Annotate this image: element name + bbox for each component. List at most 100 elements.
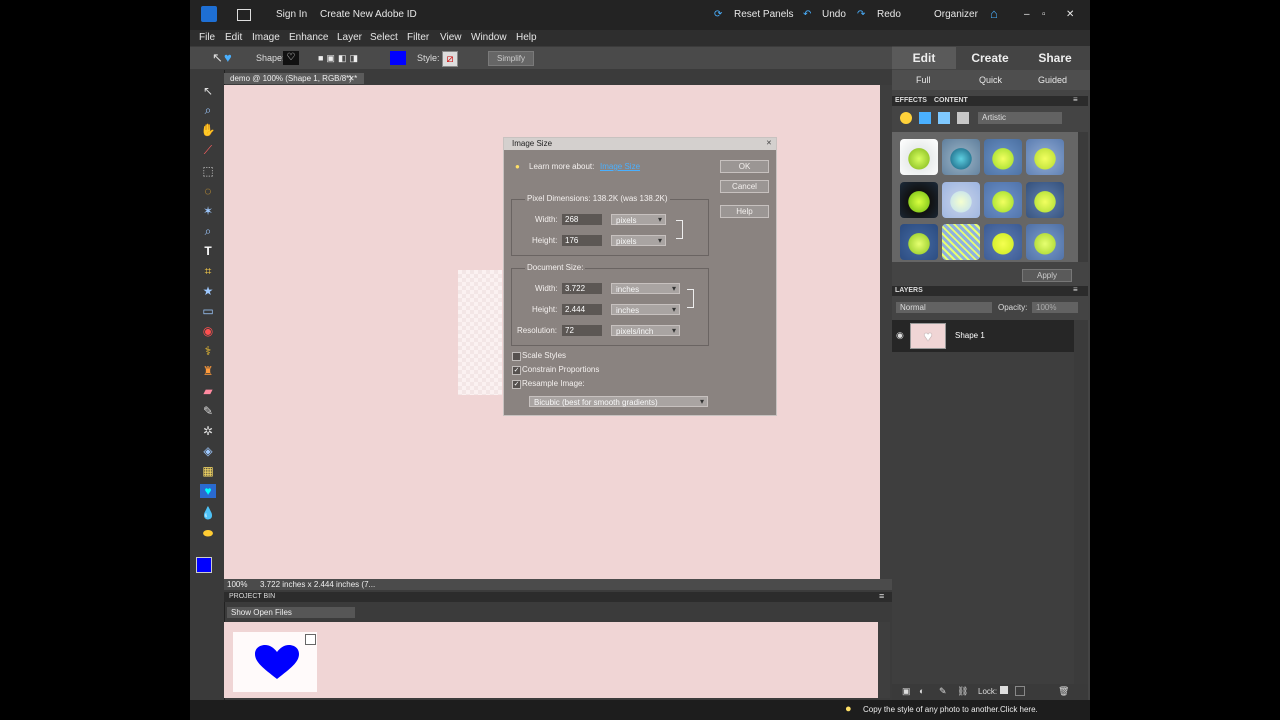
menu-filter[interactable]: Filter <box>407 32 429 43</box>
opacity-field[interactable]: 100% <box>1032 302 1078 313</box>
effects-filter-select[interactable]: Artistic <box>978 112 1062 124</box>
content-tab[interactable]: CONTENT <box>934 97 968 104</box>
eraser-icon[interactable]: ▰ <box>200 384 216 398</box>
all-effects-icon[interactable] <box>957 112 969 124</box>
eyedropper-icon[interactable]: ⟋ <box>200 143 216 157</box>
doc-width-unit-select[interactable]: inches <box>611 283 680 294</box>
effect-thumb-3[interactable] <box>984 139 1022 175</box>
cookie-cutter-icon[interactable]: ★ <box>200 284 216 298</box>
effect-thumb-11[interactable] <box>984 224 1022 260</box>
dialog-close-icon[interactable]: ✕ <box>766 139 772 147</box>
resample-checkbox[interactable]: ✓ <box>512 380 521 389</box>
subtab-guided[interactable]: Guided <box>1038 75 1067 85</box>
menu-window[interactable]: Window <box>471 32 507 43</box>
marquee-tool-icon[interactable]: ⬚ <box>200 164 216 178</box>
home-icon[interactable]: ⌂ <box>990 6 998 21</box>
zoom-tool-icon[interactable]: ⌕ <box>200 103 216 117</box>
layer-row-shape-1[interactable]: ◉ ♥ Shape 1 <box>892 320 1074 352</box>
pointer-icon[interactable]: ↖ <box>212 50 223 66</box>
effect-thumb-5[interactable] <box>900 182 938 218</box>
tab-create[interactable]: Create <box>958 47 1022 69</box>
brush-icon[interactable]: ✎ <box>200 404 216 418</box>
subtab-full[interactable]: Full <box>916 75 931 85</box>
menu-help[interactable]: Help <box>516 32 537 43</box>
lasso-tool-icon[interactable]: ◌ <box>200 184 216 198</box>
filters-icon[interactable] <box>900 112 912 124</box>
tab-edit[interactable]: Edit <box>892 47 956 69</box>
effect-thumb-8[interactable] <box>1026 182 1064 218</box>
effect-thumb-7[interactable] <box>984 182 1022 218</box>
effect-thumb-1[interactable] <box>900 139 938 175</box>
menu-file[interactable]: File <box>199 32 215 43</box>
lock-all-icon[interactable] <box>1000 686 1008 694</box>
effects-menu-icon[interactable]: ≡ <box>1073 95 1078 104</box>
layers-menu-icon[interactable]: ≡ <box>1073 285 1078 294</box>
sponge-tool-icon[interactable]: ⬬ <box>200 526 216 540</box>
resolution-unit-select[interactable]: pixels/inch <box>611 325 680 336</box>
restore-icon[interactable]: ▫ <box>1042 9 1046 20</box>
bin-menu-icon[interactable]: ≡ <box>879 591 884 601</box>
style-picker-icon[interactable]: ⧄ <box>442 51 458 67</box>
visibility-eye-icon[interactable]: ◉ <box>896 330 904 341</box>
blend-mode-select[interactable]: Normal <box>896 302 992 313</box>
learn-more-link[interactable]: Image Size <box>600 162 640 171</box>
menu-layer[interactable]: Layer <box>337 32 362 43</box>
effect-thumb-9[interactable] <box>900 224 938 260</box>
shape-mode-icons[interactable]: ■▣◧◨ <box>318 53 362 63</box>
doc-height-unit-select[interactable]: inches <box>611 304 680 315</box>
app-logo-icon[interactable] <box>201 6 217 22</box>
gradient-icon[interactable]: ▦ <box>200 464 216 478</box>
edit-layer-icon[interactable]: ✎ <box>939 686 947 697</box>
type-tool-icon[interactable]: T <box>200 244 216 258</box>
menu-edit[interactable]: Edit <box>225 32 242 43</box>
sign-in-link[interactable]: Sign In <box>276 9 307 20</box>
doc-width-field[interactable]: 3.722 <box>562 283 602 294</box>
close-icon[interactable]: ✕ <box>1066 9 1074 20</box>
shape-color-swatch[interactable] <box>390 51 406 65</box>
workspace-menu-icon[interactable] <box>237 9 251 21</box>
apply-button[interactable]: Apply <box>1022 269 1072 282</box>
effect-thumb-2[interactable] <box>942 139 980 175</box>
adjustment-layer-icon[interactable]: ◐ <box>919 686 924 696</box>
effect-thumb-6[interactable] <box>942 182 980 218</box>
bin-scrollbar[interactable] <box>878 622 890 698</box>
heart-tool-icon[interactable]: ♥ <box>224 50 232 65</box>
vertical-scrollbar[interactable] <box>880 85 892 579</box>
layer-styles-icon[interactable] <box>919 112 931 124</box>
redo-button[interactable]: Redo <box>877 9 901 20</box>
pixel-width-field[interactable]: 268 <box>562 214 602 225</box>
pixel-height-unit-select[interactable]: pixels <box>611 235 666 246</box>
healing-brush-icon[interactable]: ⚕ <box>200 344 216 358</box>
close-doc-icon[interactable]: ✕ <box>348 74 355 83</box>
undo-button[interactable]: Undo <box>822 9 846 20</box>
straighten-icon[interactable]: ▭ <box>200 304 216 318</box>
pixel-height-field[interactable]: 176 <box>562 235 602 246</box>
organizer-button[interactable]: Organizer <box>934 9 978 20</box>
selection-brush-icon[interactable]: ⌕ <box>200 224 216 238</box>
create-id-link[interactable]: Create New Adobe ID <box>320 9 417 20</box>
crop-tool-icon[interactable]: ⌗ <box>200 264 216 278</box>
menu-select[interactable]: Select <box>370 32 398 43</box>
document-tab[interactable]: demo @ 100% (Shape 1, RGB/8*) * <box>224 73 364 84</box>
effect-thumb-12[interactable] <box>1026 224 1064 260</box>
effects-scrollbar[interactable] <box>1078 132 1088 262</box>
cancel-button[interactable]: Cancel <box>720 180 769 193</box>
magic-wand-icon[interactable]: ✶ <box>200 204 216 218</box>
move-tool-icon[interactable]: ↖ <box>200 84 216 98</box>
layers-scrollbar[interactable] <box>1074 320 1088 684</box>
show-files-select[interactable]: Show Open Files <box>227 607 355 618</box>
hint-text[interactable]: Copy the style of any photo to another.C… <box>863 705 1038 714</box>
help-button[interactable]: Help <box>720 205 769 218</box>
smart-brush-icon[interactable]: ✲ <box>200 424 216 438</box>
tab-share[interactable]: Share <box>1023 47 1087 69</box>
resolution-field[interactable]: 72 <box>562 325 602 336</box>
menu-enhance[interactable]: Enhance <box>289 32 328 43</box>
menu-view[interactable]: View <box>440 32 462 43</box>
effects-tab[interactable]: EFFECTS <box>895 97 927 104</box>
foreground-color-swatch[interactable] <box>196 557 212 573</box>
menu-image[interactable]: Image <box>252 32 280 43</box>
doc-height-field[interactable]: 2.444 <box>562 304 602 315</box>
effect-thumb-10[interactable] <box>942 224 980 260</box>
pixel-width-unit-select[interactable]: pixels <box>611 214 666 225</box>
constrain-checkbox[interactable]: ✓ <box>512 366 521 375</box>
